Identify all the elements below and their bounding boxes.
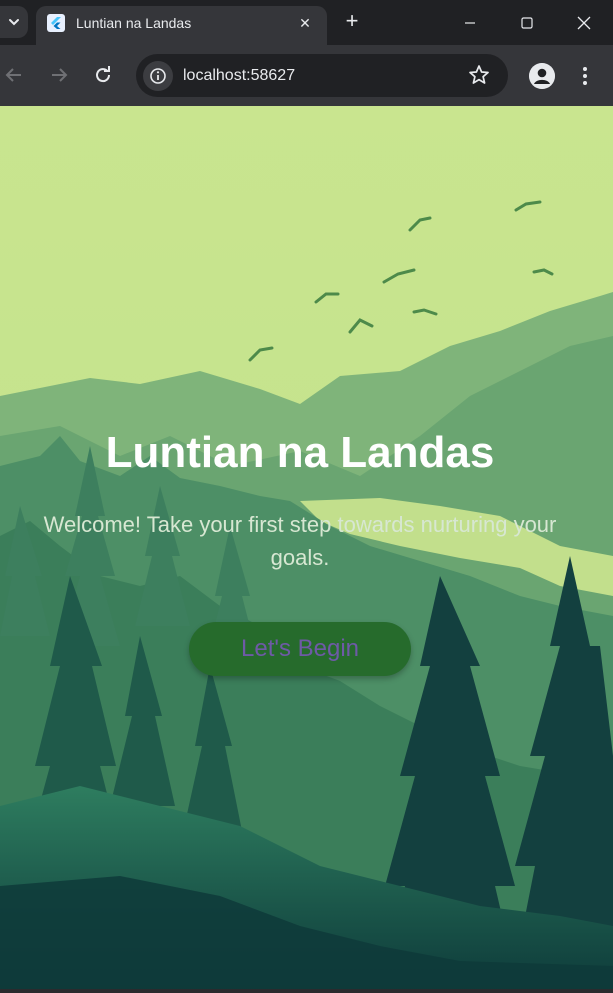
reload-icon (96, 66, 111, 83)
page-title: Luntian na Landas (105, 428, 495, 477)
close-tab-button[interactable]: ✕ (295, 13, 315, 33)
page-viewport: Luntian na Landas Welcome! Take your fir… (0, 106, 613, 993)
maximize-button[interactable] (498, 0, 556, 45)
new-tab-button[interactable]: + (339, 8, 365, 34)
chevron-down-icon (9, 19, 19, 26)
lets-begin-button[interactable]: Let's Begin (189, 622, 411, 676)
browser-toolbar: localhost:58627 (0, 45, 613, 106)
forward-arrow-icon (52, 68, 68, 82)
page-subtitle: Welcome! Take your first step towards nu… (43, 512, 557, 570)
three-dots-icon (583, 67, 587, 71)
info-icon (150, 68, 166, 84)
tab-title: Luntian na Landas (76, 15, 192, 31)
back-button[interactable] (0, 61, 28, 89)
minimize-button[interactable] (441, 0, 499, 45)
url-text: localhost:58627 (183, 67, 296, 84)
close-window-icon (577, 16, 591, 29)
close-window-button[interactable] (555, 0, 613, 45)
site-info-button[interactable] (143, 61, 173, 91)
reload-button[interactable] (89, 61, 117, 89)
star-icon[interactable] (468, 64, 490, 86)
flutter-icon (47, 14, 65, 32)
person-icon (529, 63, 555, 89)
close-icon: ✕ (299, 14, 311, 31)
bottom-edge (0, 989, 613, 993)
minimize-icon (465, 21, 475, 24)
tab-search-button[interactable] (0, 6, 28, 38)
maximize-icon (521, 16, 533, 29)
active-tab[interactable]: Luntian na Landas ✕ (36, 6, 327, 45)
address-bar[interactable]: localhost:58627 (136, 54, 508, 97)
forward-button[interactable] (45, 61, 73, 89)
profile-button[interactable] (529, 63, 555, 89)
back-arrow-icon (5, 68, 21, 82)
browser-menu-button[interactable] (577, 64, 593, 88)
tab-strip: Luntian na Landas ✕ + (0, 0, 613, 45)
